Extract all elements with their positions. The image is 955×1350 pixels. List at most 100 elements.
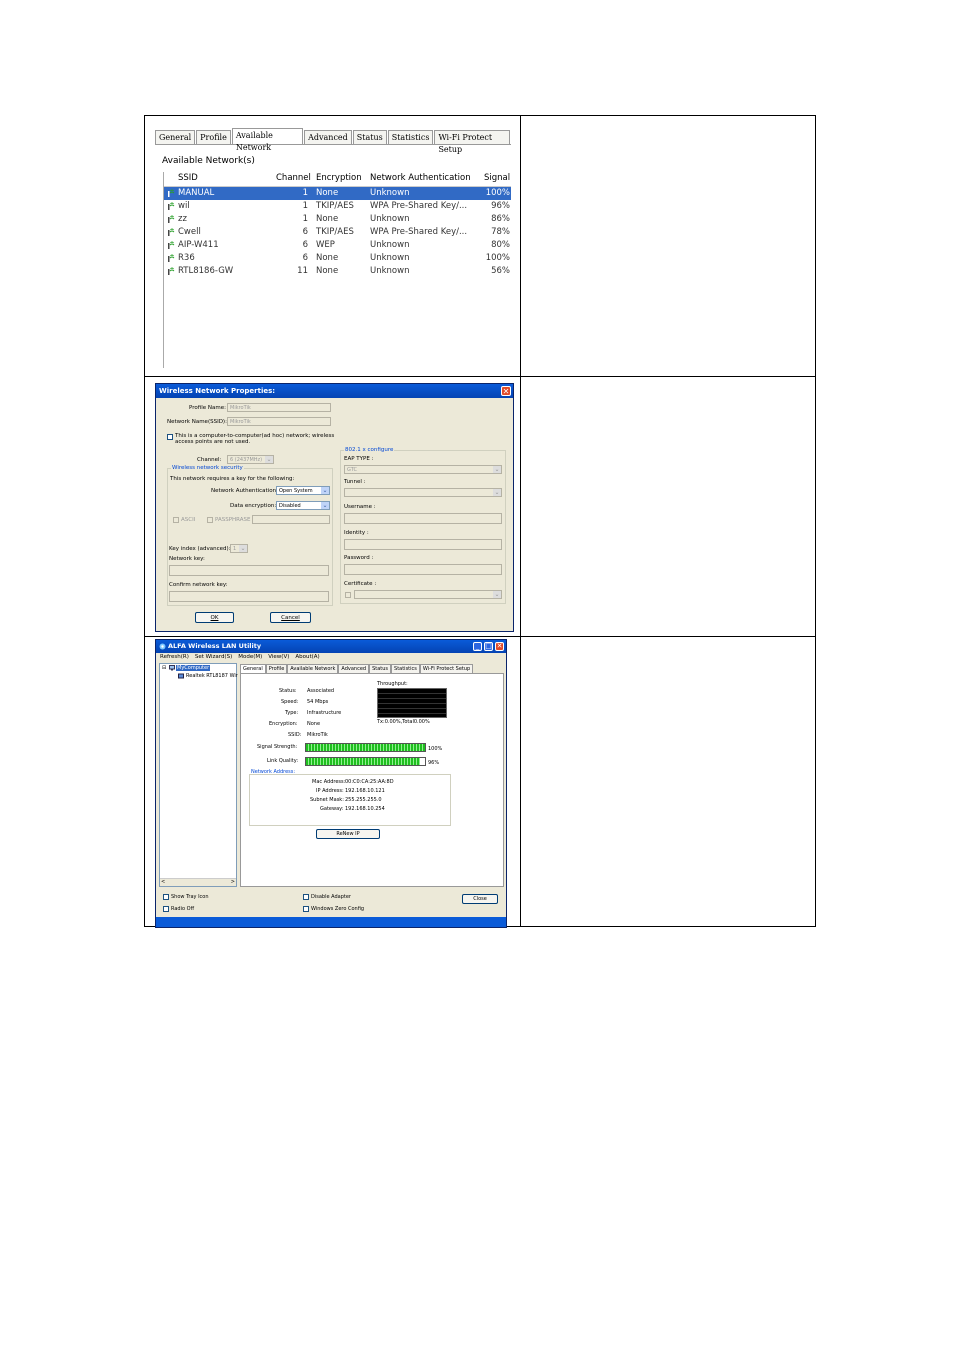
device-tree[interactable]: ⊟ MyComputer Realtek RTL8187 Wir < > (159, 663, 238, 887)
cell-authentication: WPA Pre-Shared Key/... (370, 201, 468, 211)
ip-label: IP Address: (316, 788, 344, 794)
username-label: Username : (344, 504, 376, 510)
menu-item-view[interactable]: View(V) (268, 654, 289, 662)
utility-tab-strip: General Profile Available Network Advanced S… (240, 664, 474, 673)
username-field[interactable] (344, 513, 502, 524)
tunnel-select[interactable]: ⌄ (344, 488, 502, 497)
column-header-signal[interactable]: Signal (484, 173, 510, 183)
menu-item-mode[interactable]: Mode(M) (238, 654, 262, 662)
menu-item-about[interactable]: About(A) (295, 654, 319, 662)
eap-type-select[interactable]: GTC ⌄ (344, 465, 502, 474)
tab-wi-fi-protect-setup[interactable]: Wi-Fi Protect Setup (434, 130, 510, 154)
tree-expander-icon[interactable]: ⊟ (162, 665, 166, 671)
disable-adapter-checkbox[interactable] (303, 894, 309, 900)
minimize-icon[interactable]: _ (473, 642, 482, 651)
scroll-left-icon[interactable]: < (161, 879, 165, 885)
tab-statistics[interactable]: Statistics (387, 130, 434, 144)
link-quality-bar (305, 757, 426, 766)
tab-wi-fi-protect-setup[interactable]: Wi-Fi Protect Setup (419, 664, 474, 673)
tab-status[interactable]: Status (352, 130, 387, 144)
table-row[interactable]: Cwell 6 TKIP/AES WPA Pre-Shared Key/... 78% (164, 226, 511, 239)
identity-field[interactable] (344, 539, 502, 550)
chevron-down-icon: ⌄ (321, 502, 329, 509)
tab-statistics[interactable]: Statistics (391, 664, 420, 673)
confirm-key-field[interactable] (169, 591, 329, 602)
gateway-value: 192.168.10.254 (345, 806, 385, 812)
cell-channel: 6 (302, 227, 308, 237)
profile-name-field[interactable]: MikroTik (227, 403, 331, 412)
cancel-button[interactable]: Cancel (270, 612, 311, 623)
tab-advanced[interactable]: Advanced (304, 130, 352, 144)
table-row[interactable]: R36 6 None Unknown 100% (164, 252, 511, 265)
certificate-select[interactable]: ⌄ (354, 590, 502, 599)
tab-available-network[interactable]: Available Network (231, 128, 304, 152)
password-field[interactable] (344, 564, 502, 575)
encryption-label: Data encryption: (230, 503, 277, 509)
renew-ip-button[interactable]: ReNew IP (316, 829, 380, 839)
cell-channel: 1 (302, 201, 308, 211)
tab-strip: General Profile Available Network Advanced S… (155, 128, 511, 154)
column-header-authentication[interactable]: Network Authentication (370, 173, 471, 183)
close-button[interactable]: Close (462, 894, 498, 904)
table-row[interactable]: zz 1 None Unknown 86% (164, 213, 511, 226)
cell-signal: 56% (491, 266, 510, 276)
tree-item-mycomputer[interactable]: MyComputer (176, 665, 211, 671)
tree-item-adapter[interactable]: Realtek RTL8187 Wir (186, 673, 238, 679)
channel-select[interactable]: 6 (2437MHz) ⌄ (227, 455, 274, 464)
maximize-icon[interactable]: □ (484, 642, 493, 651)
auth-select[interactable]: Open System ⌄ (276, 486, 330, 495)
tab-status[interactable]: Status (369, 664, 392, 673)
table-row[interactable]: wil 1 TKIP/AES WPA Pre-Shared Key/... 96% (164, 200, 511, 213)
cell-encryption: None (316, 188, 339, 198)
tab-general[interactable]: General (155, 130, 196, 144)
tab-general[interactable]: General (240, 664, 266, 673)
key-index-label: Key index (advanced): (169, 546, 231, 552)
column-header-channel[interactable]: Channel (276, 173, 311, 183)
show-tray-checkbox[interactable] (163, 894, 169, 900)
tab-profile[interactable]: Profile (196, 130, 231, 144)
table-row[interactable]: RTL8186-GW 11 None Unknown 56% (164, 265, 511, 278)
ascii-checkbox[interactable] (173, 517, 179, 523)
close-icon[interactable]: ✕ (501, 386, 511, 396)
table-row[interactable]: MANUAL 1 None Unknown 100% (164, 187, 511, 200)
subnet-value: 255.255.255.0 (345, 797, 382, 803)
status-value: Associated (307, 688, 335, 694)
cell-ssid: RTL8186-GW (178, 266, 234, 276)
scroll-right-icon[interactable]: > (231, 879, 235, 885)
menu-item-set-wizard[interactable]: Set Wizard(S) (195, 654, 232, 662)
link-quality-value: 96% (428, 760, 440, 766)
available-network-panel: General Profile Available Network Advanced S… (155, 128, 511, 368)
signal-strength-fill (306, 744, 425, 751)
cell-ssid: MANUAL (178, 188, 215, 198)
ssid-field[interactable]: MikroTik (227, 417, 331, 426)
menu-item-refresh[interactable]: Refresh(R) (160, 654, 189, 662)
network-list[interactable]: SSID Channel Encryption Network Authenti… (163, 172, 511, 368)
adhoc-checkbox[interactable] (167, 434, 173, 440)
tab-advanced[interactable]: Advanced (338, 664, 370, 673)
tab-profile[interactable]: Profile (265, 664, 288, 673)
tree-hscrollbar[interactable]: < > (160, 878, 236, 886)
network-key-field[interactable] (169, 565, 329, 576)
ssid-label: SSID: (288, 732, 302, 738)
key-index-select[interactable]: 1 ⌄ (230, 544, 248, 553)
column-header-encryption[interactable]: Encryption (316, 173, 362, 183)
passphrase-field[interactable] (252, 515, 330, 524)
ok-button[interactable]: OK (195, 612, 234, 623)
radio-off-checkbox[interactable] (163, 906, 169, 912)
table-divider-vertical (520, 116, 521, 926)
certificate-checkbox[interactable] (345, 592, 351, 598)
column-header-ssid[interactable]: SSID (178, 173, 198, 183)
dialog-title-bar: Wireless Network Properties: (156, 384, 513, 398)
cell-signal: 78% (491, 227, 510, 237)
close-icon[interactable]: ✕ (495, 642, 504, 651)
cell-encryption: None (316, 266, 339, 276)
tunnel-label: Tunnel : (344, 479, 366, 485)
cell-encryption: TKIP/AES (316, 227, 354, 237)
zero-config-checkbox[interactable] (303, 906, 309, 912)
passphrase-checkbox[interactable] (207, 517, 213, 523)
encryption-select[interactable]: Disabled ⌄ (276, 501, 330, 510)
table-row[interactable]: AIP-W411 6 WEP Unknown 80% (164, 239, 511, 252)
tab-available-network[interactable]: Available Network (287, 664, 339, 673)
utility-title: ALFA Wireless LAN Utility (168, 642, 262, 650)
cell-channel: 6 (302, 240, 308, 250)
